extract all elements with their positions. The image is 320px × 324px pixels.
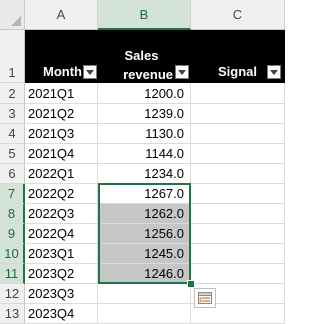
row-header-3[interactable]: 3 xyxy=(0,104,25,124)
cell-b10[interactable]: 1245.0 xyxy=(98,244,191,264)
cell-a5[interactable]: 2021Q4 xyxy=(25,144,98,164)
row-header-11[interactable]: 11 xyxy=(0,264,25,284)
row-header-12[interactable]: 12 xyxy=(0,284,25,304)
column-header-c[interactable]: C xyxy=(191,0,285,30)
cell-c11[interactable] xyxy=(191,264,285,284)
cell-a8[interactable]: 2022Q3 xyxy=(25,204,98,224)
cell-a13[interactable]: 2023Q4 xyxy=(25,304,98,324)
quick-analysis-icon xyxy=(198,292,212,304)
cell-b7[interactable]: 1267.0 xyxy=(98,184,191,204)
sales-filter-button[interactable] xyxy=(175,65,189,79)
cell-b4[interactable]: 1130.0 xyxy=(98,124,191,144)
select-all-triangle-icon xyxy=(11,16,21,26)
signal-filter-button[interactable] xyxy=(267,65,281,79)
header-month[interactable]: Month xyxy=(30,62,82,81)
row-header-1[interactable]: 1 xyxy=(0,30,25,83)
cell-a12[interactable]: 2023Q3 xyxy=(25,284,98,304)
chevron-down-icon xyxy=(270,69,278,75)
cell-b12[interactable] xyxy=(98,284,191,304)
row-header-4[interactable]: 4 xyxy=(0,124,25,144)
cell-a3[interactable]: 2021Q2 xyxy=(25,104,98,124)
cell-a9[interactable]: 2022Q4 xyxy=(25,224,98,244)
spreadsheet-grid[interactable]: A B C 1 2 3 4 5 6 7 8 9 10 11 12 13 Mont… xyxy=(0,0,285,324)
cell-a6[interactable]: 2022Q1 xyxy=(25,164,98,184)
cell-a4[interactable]: 2021Q3 xyxy=(25,124,98,144)
row-header-13[interactable]: 13 xyxy=(0,304,25,324)
cell-b8[interactable]: 1262.0 xyxy=(98,204,191,224)
header-signal[interactable]: Signal xyxy=(195,62,257,81)
header-sales-revenue[interactable]: Sales revenue xyxy=(100,46,173,84)
cell-b3[interactable]: 1239.0 xyxy=(98,104,191,124)
row-header-9[interactable]: 9 xyxy=(0,224,25,244)
select-all-corner[interactable] xyxy=(0,0,25,30)
row-header-10[interactable]: 10 xyxy=(0,244,25,264)
cell-c10[interactable] xyxy=(191,244,285,264)
fill-handle[interactable] xyxy=(187,280,195,288)
cell-b2[interactable]: 1200.0 xyxy=(98,83,191,104)
cell-c7[interactable] xyxy=(191,184,285,204)
cell-b13[interactable] xyxy=(98,304,191,324)
cell-c6[interactable] xyxy=(191,164,285,184)
row-header-6[interactable]: 6 xyxy=(0,164,25,184)
chevron-down-icon xyxy=(178,69,186,75)
column-header-a[interactable]: A xyxy=(25,0,98,30)
cell-a7[interactable]: 2022Q2 xyxy=(25,184,98,204)
cell-c9[interactable] xyxy=(191,224,285,244)
month-filter-button[interactable] xyxy=(83,65,97,79)
cell-b11[interactable]: 1246.0 xyxy=(98,264,191,284)
header-sales-line1: Sales xyxy=(124,48,159,63)
cell-b9[interactable]: 1256.0 xyxy=(98,224,191,244)
cell-a10[interactable]: 2023Q1 xyxy=(25,244,98,264)
chevron-down-icon xyxy=(86,69,94,75)
column-header-b[interactable]: B xyxy=(98,0,191,30)
row-header-7[interactable]: 7 xyxy=(0,184,25,204)
cell-c8[interactable] xyxy=(191,204,285,224)
cell-b6[interactable]: 1234.0 xyxy=(98,164,191,184)
row-header-2[interactable]: 2 xyxy=(0,83,25,104)
row-header-5[interactable]: 5 xyxy=(0,144,25,164)
cell-c5[interactable] xyxy=(191,144,285,164)
cell-c3[interactable] xyxy=(191,104,285,124)
quick-analysis-button[interactable] xyxy=(194,288,216,308)
cell-a2[interactable]: 2021Q1 xyxy=(25,83,98,104)
row-header-8[interactable]: 8 xyxy=(0,204,25,224)
cell-c2[interactable] xyxy=(191,83,285,104)
cell-b5[interactable]: 1144.0 xyxy=(98,144,191,164)
cell-a11[interactable]: 2023Q2 xyxy=(25,264,98,284)
header-sales-line2: revenue xyxy=(123,67,173,82)
cell-c4[interactable] xyxy=(191,124,285,144)
